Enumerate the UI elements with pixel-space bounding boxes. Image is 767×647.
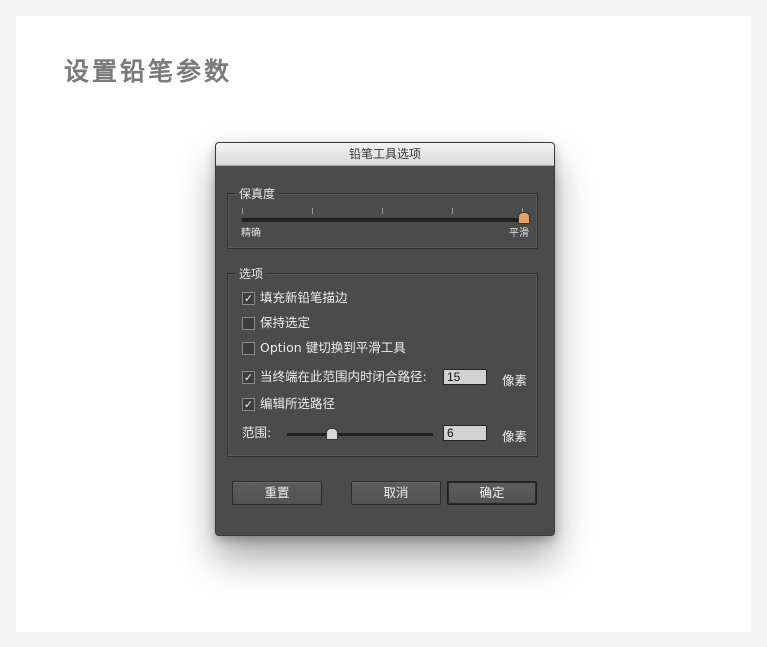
fidelity-tick (382, 208, 383, 214)
fidelity-group: 保真度 精确 平滑 (227, 185, 538, 249)
fidelity-tick (452, 208, 453, 214)
edit-selected-checkbox[interactable]: ✓ (242, 397, 255, 411)
close-paths-checkbox[interactable]: ✓ (242, 370, 255, 384)
options-label: 选项 (236, 265, 267, 282)
option-key-label: Option 键切换到平滑工具 (260, 340, 406, 355)
fidelity-min-label: 精确 (241, 228, 261, 239)
keep-selected-checkbox[interactable] (242, 316, 255, 330)
fidelity-tick (312, 208, 313, 214)
fidelity-slider-track[interactable] (242, 218, 524, 222)
fidelity-label: 保真度 (236, 185, 279, 202)
fidelity-slider-thumb[interactable] (518, 212, 530, 224)
fidelity-max-label: 平滑 (509, 228, 529, 239)
edit-selected-checkbox-row[interactable]: ✓ 编辑所选路径 (242, 395, 335, 413)
page-title: 设置铅笔参数 (64, 57, 233, 86)
range-row: 范围: (242, 424, 442, 442)
close-paths-unit: 像素 (502, 373, 528, 388)
reset-button[interactable]: 重置 (232, 481, 322, 505)
range-pixels-input[interactable]: 6 (443, 425, 487, 441)
option-key-checkbox[interactable] (242, 341, 255, 355)
cancel-button[interactable]: 取消 (351, 481, 441, 505)
close-paths-pixels-input[interactable]: 15 (443, 369, 487, 385)
fill-new-checkbox-row[interactable]: ✓ 填充新铅笔描边 (242, 289, 348, 307)
keep-selected-label: 保持选定 (260, 315, 311, 330)
range-label: 范围: (242, 425, 272, 440)
ok-button[interactable]: 确定 (447, 481, 537, 505)
options-group: 选项 ✓ 填充新铅笔描边 保持选定 Option 键切换到平滑工具 ✓ 当终端在… (227, 265, 538, 457)
fill-new-checkbox[interactable]: ✓ (242, 291, 255, 305)
range-unit: 像素 (502, 429, 528, 444)
fidelity-tick (242, 208, 243, 214)
close-paths-checkbox-row[interactable]: ✓ 当终端在此范围内时闭合路径: (242, 368, 427, 386)
fill-new-label: 填充新铅笔描边 (260, 290, 348, 305)
option-key-checkbox-row[interactable]: Option 键切换到平滑工具 (242, 339, 406, 357)
range-slider-track[interactable] (287, 433, 433, 436)
keep-selected-checkbox-row[interactable]: 保持选定 (242, 314, 310, 332)
dialog-title: 铅笔工具选项 (216, 143, 554, 166)
close-paths-label: 当终端在此范围内时闭合路径: (260, 369, 427, 384)
edit-selected-label: 编辑所选路径 (260, 396, 336, 411)
pencil-tool-options-dialog: 铅笔工具选项 保真度 精确 平滑 选项 ✓ 填充新铅笔描边 保持选定 Optio… (215, 142, 555, 536)
range-slider-thumb[interactable] (325, 428, 338, 440)
